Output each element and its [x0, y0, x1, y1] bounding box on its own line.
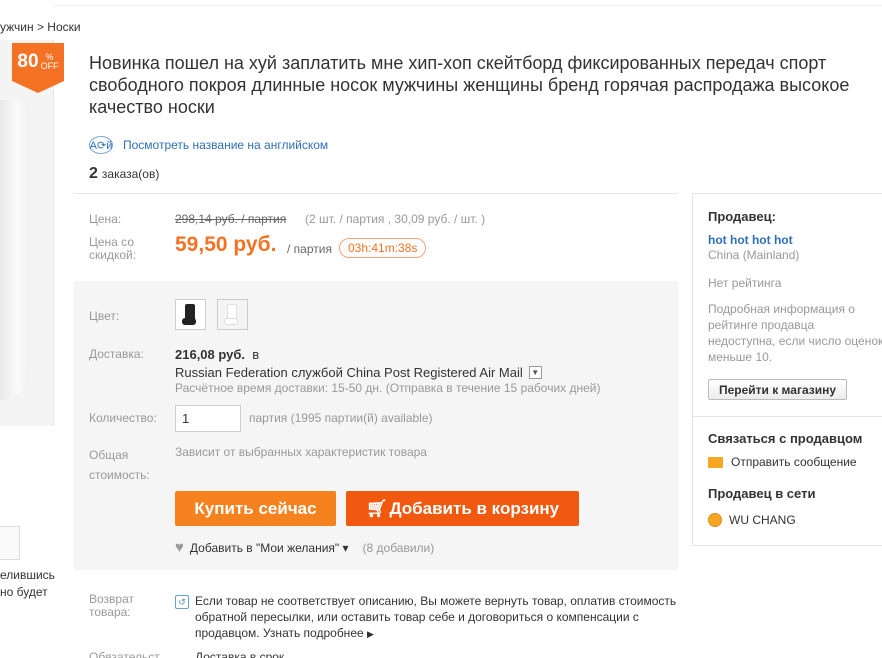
discount-price-label: Цена со скидкой:: [89, 235, 137, 262]
go-to-store-button[interactable]: Перейти к магазину: [708, 379, 847, 400]
top-divider: [54, 5, 882, 6]
price-label: Цена:: [89, 212, 122, 226]
divider: [74, 193, 678, 194]
online-chat-link[interactable]: WU CHANG: [708, 513, 796, 527]
countdown-timer: 03h:41m:38s: [339, 238, 427, 258]
discount-unit: % OFF: [40, 52, 59, 71]
price-unit: / партия: [287, 242, 332, 256]
obligation-text: Доставка в срок: [195, 650, 285, 658]
product-image-sock: [0, 100, 30, 400]
color-swatch-black[interactable]: [175, 299, 206, 330]
online-seller-name[interactable]: WU CHANG: [729, 513, 796, 527]
shipping-cost: 216,08 руб. в: [175, 347, 260, 362]
seller-name[interactable]: hot hot hot hot: [708, 233, 793, 247]
send-message-link[interactable]: Отправить сообщение: [708, 455, 857, 469]
discount-badge: 80 % OFF: [12, 43, 64, 93]
obligation-label: Обязательст: [89, 650, 160, 658]
cart-icon: 🛒︎: [365, 498, 388, 518]
seller-country: China (Mainland): [708, 248, 800, 262]
add-to-cart-label: Добавить в корзину: [389, 498, 560, 518]
return-text: Если товар не соответствует описанию, Вы…: [195, 594, 677, 640]
return-label: Возврат товара:: [89, 592, 134, 619]
quantity-info: партия (1995 партии(й) available): [249, 411, 433, 425]
left-cut-text: елившись но будет: [0, 568, 55, 599]
quantity-input[interactable]: [175, 405, 241, 432]
orders-count: 2 заказа(ов): [89, 165, 160, 182]
add-to-cart-button[interactable]: 🛒︎ Добавить в корзину: [346, 491, 579, 526]
total-value: Зависит от выбранных характеристик товар…: [175, 445, 427, 459]
seller-rating-detail: Подробная информация о рейтинге продавца…: [708, 302, 882, 364]
discount-value: 80: [17, 51, 39, 72]
envelope-icon: [708, 456, 723, 468]
heart-icon: ♥: [175, 539, 184, 556]
color-swatch-white[interactable]: [217, 299, 248, 330]
breadcrumb[interactable]: ужчин > Носки: [0, 20, 81, 34]
wishlist-label[interactable]: Добавить в "Мои желания" ▾: [190, 541, 349, 555]
wishlist-link[interactable]: ♥ Добавить в "Мои желания" ▾ (8 добавили…: [175, 539, 434, 556]
product-image[interactable]: [0, 40, 54, 426]
breadcrumb-link[interactable]: ужчин > Носки: [0, 20, 81, 34]
shipping-method-label: Russian Federation службой China Post Re…: [175, 365, 523, 380]
translate-link[interactable]: A⟳й Посмотреть название на английском: [89, 136, 328, 154]
color-label: Цвет:: [89, 309, 120, 323]
product-title: Новинка пошел на хуй заплатить мне хип-х…: [89, 53, 850, 117]
translate-link-label[interactable]: Посмотреть название на английском: [123, 138, 328, 152]
chat-status-icon: [708, 513, 722, 527]
seller-divider: [693, 416, 882, 417]
options-panel: [74, 281, 678, 570]
discount-price: 59,50 руб.: [175, 233, 277, 256]
chevron-down-icon[interactable]: ▼: [528, 366, 542, 379]
buy-now-button[interactable]: Купить сейчас: [175, 491, 336, 526]
old-price: 298,14 руб. / партия: [175, 212, 287, 226]
seller-title: Продавец:: [708, 209, 776, 224]
return-icon: ↺: [175, 595, 189, 609]
arrow-right-icon: ▶: [367, 629, 374, 639]
wishlist-count: (8 добавили): [362, 540, 435, 555]
seller-online-title: Продавец в сети: [708, 486, 816, 501]
total-label: Общая стоимость:: [89, 448, 150, 482]
seller-rating: Нет рейтинга: [708, 276, 782, 290]
contact-seller-title: Связаться с продавцом: [708, 431, 863, 446]
shipping-time: Расчётное время доставки: 15-50 дн. (Отп…: [175, 381, 601, 395]
send-message-label[interactable]: Отправить сообщение: [731, 455, 857, 469]
learn-more-link[interactable]: Узнать подробнее: [263, 626, 364, 640]
quantity-label: Количество:: [89, 411, 157, 425]
shipping-method[interactable]: Russian Federation службой China Post Re…: [175, 365, 542, 380]
shipping-label: Доставка:: [89, 347, 144, 361]
translate-icon: A⟳й: [89, 136, 113, 154]
image-thumbnail[interactable]: [0, 526, 20, 560]
old-price-detail: (2 шт. / партия , 30,09 руб. / шт. ): [305, 212, 486, 226]
